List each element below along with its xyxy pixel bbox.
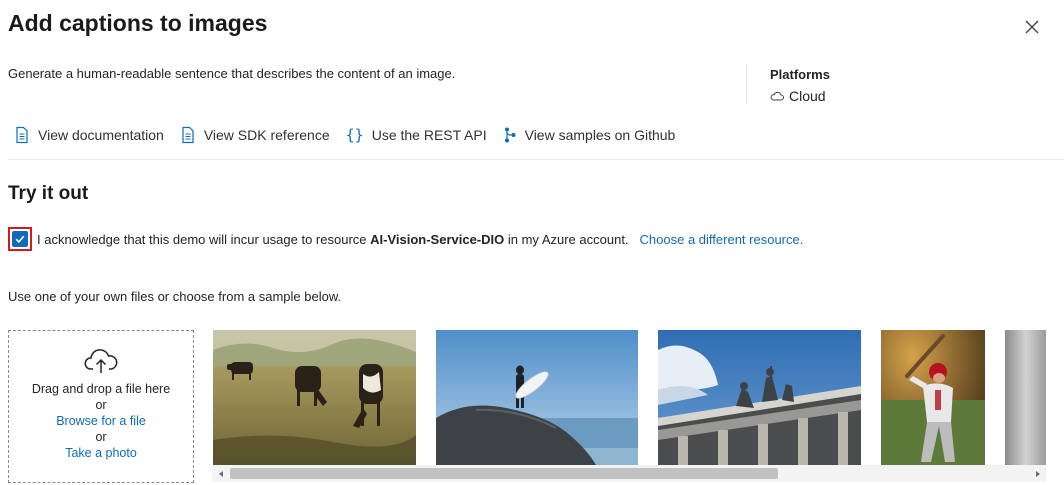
building-statues-image[interactable] xyxy=(658,330,861,465)
platforms-value: Cloud xyxy=(770,88,826,104)
gray-partial-image[interactable] xyxy=(1005,330,1046,465)
acknowledge-checkbox[interactable] xyxy=(8,227,32,251)
divider xyxy=(746,64,747,104)
horizontal-scrollbar[interactable] xyxy=(212,465,1046,482)
view-samples-github-link[interactable]: View samples on Github xyxy=(503,126,676,144)
page-title: Add captions to images xyxy=(8,10,268,36)
choose-different-resource-link[interactable]: Choose a different resource. xyxy=(640,232,804,247)
platform-cloud-label: Cloud xyxy=(789,88,826,104)
close-icon[interactable] xyxy=(1021,16,1043,38)
upload-hint: Use one of your own files or choose from… xyxy=(8,289,342,304)
view-sdk-reference-label: View SDK reference xyxy=(203,127,330,143)
document-icon xyxy=(182,126,194,144)
cows-grazing-image[interactable] xyxy=(213,330,416,465)
take-photo-link[interactable]: Take a photo xyxy=(65,445,137,461)
cloud-upload-icon xyxy=(84,349,118,373)
baseball-batter-image[interactable] xyxy=(881,330,985,465)
view-documentation-label: View documentation xyxy=(38,127,164,143)
triangle-left-icon xyxy=(218,470,223,477)
try-it-out-heading: Try it out xyxy=(8,183,89,204)
curly-braces-icon: {} xyxy=(345,126,364,144)
surfer-on-rock-image[interactable] xyxy=(436,330,638,465)
checkmark-icon xyxy=(15,235,25,243)
view-sdk-reference-link[interactable]: View SDK reference xyxy=(180,126,330,144)
checkbox-checked xyxy=(12,231,28,247)
description-text: Generate a human-readable sentence that … xyxy=(8,66,456,81)
browse-file-link[interactable]: Browse for a file xyxy=(56,413,146,429)
section-divider xyxy=(8,159,1064,160)
file-dropzone[interactable]: Drag and drop a file here or Browse for … xyxy=(8,330,194,483)
ack-suffix: in my Azure account. xyxy=(504,231,629,247)
triangle-right-icon xyxy=(1035,470,1040,477)
acknowledge-row: I acknowledge that this demo will incur … xyxy=(8,227,803,251)
scroll-left-button[interactable] xyxy=(212,465,229,482)
dropzone-or-2: or xyxy=(95,430,107,444)
resource-links: View documentation View SDK reference {}… xyxy=(14,126,691,144)
close-button[interactable] xyxy=(1021,16,1043,38)
branch-icon xyxy=(504,127,516,143)
dropzone-text: Drag and drop a file here xyxy=(31,382,171,396)
platforms-heading: Platforms xyxy=(770,67,830,82)
cloud-icon xyxy=(770,91,784,101)
document-icon xyxy=(16,126,28,144)
acknowledge-text: I acknowledge that this demo will incur … xyxy=(37,232,629,247)
use-rest-api-link[interactable]: {} Use the REST API xyxy=(346,126,487,144)
scroll-thumb[interactable] xyxy=(230,468,778,479)
use-rest-api-label: Use the REST API xyxy=(371,127,487,143)
view-samples-github-label: View samples on Github xyxy=(524,127,676,143)
dropzone-or-1: or xyxy=(95,398,107,412)
ack-resource-name: AI-Vision-Service-DIO xyxy=(370,231,505,247)
ack-prefix: I acknowledge that this demo will incur … xyxy=(37,231,371,247)
view-documentation-link[interactable]: View documentation xyxy=(14,126,164,144)
scroll-right-button[interactable] xyxy=(1029,465,1046,482)
